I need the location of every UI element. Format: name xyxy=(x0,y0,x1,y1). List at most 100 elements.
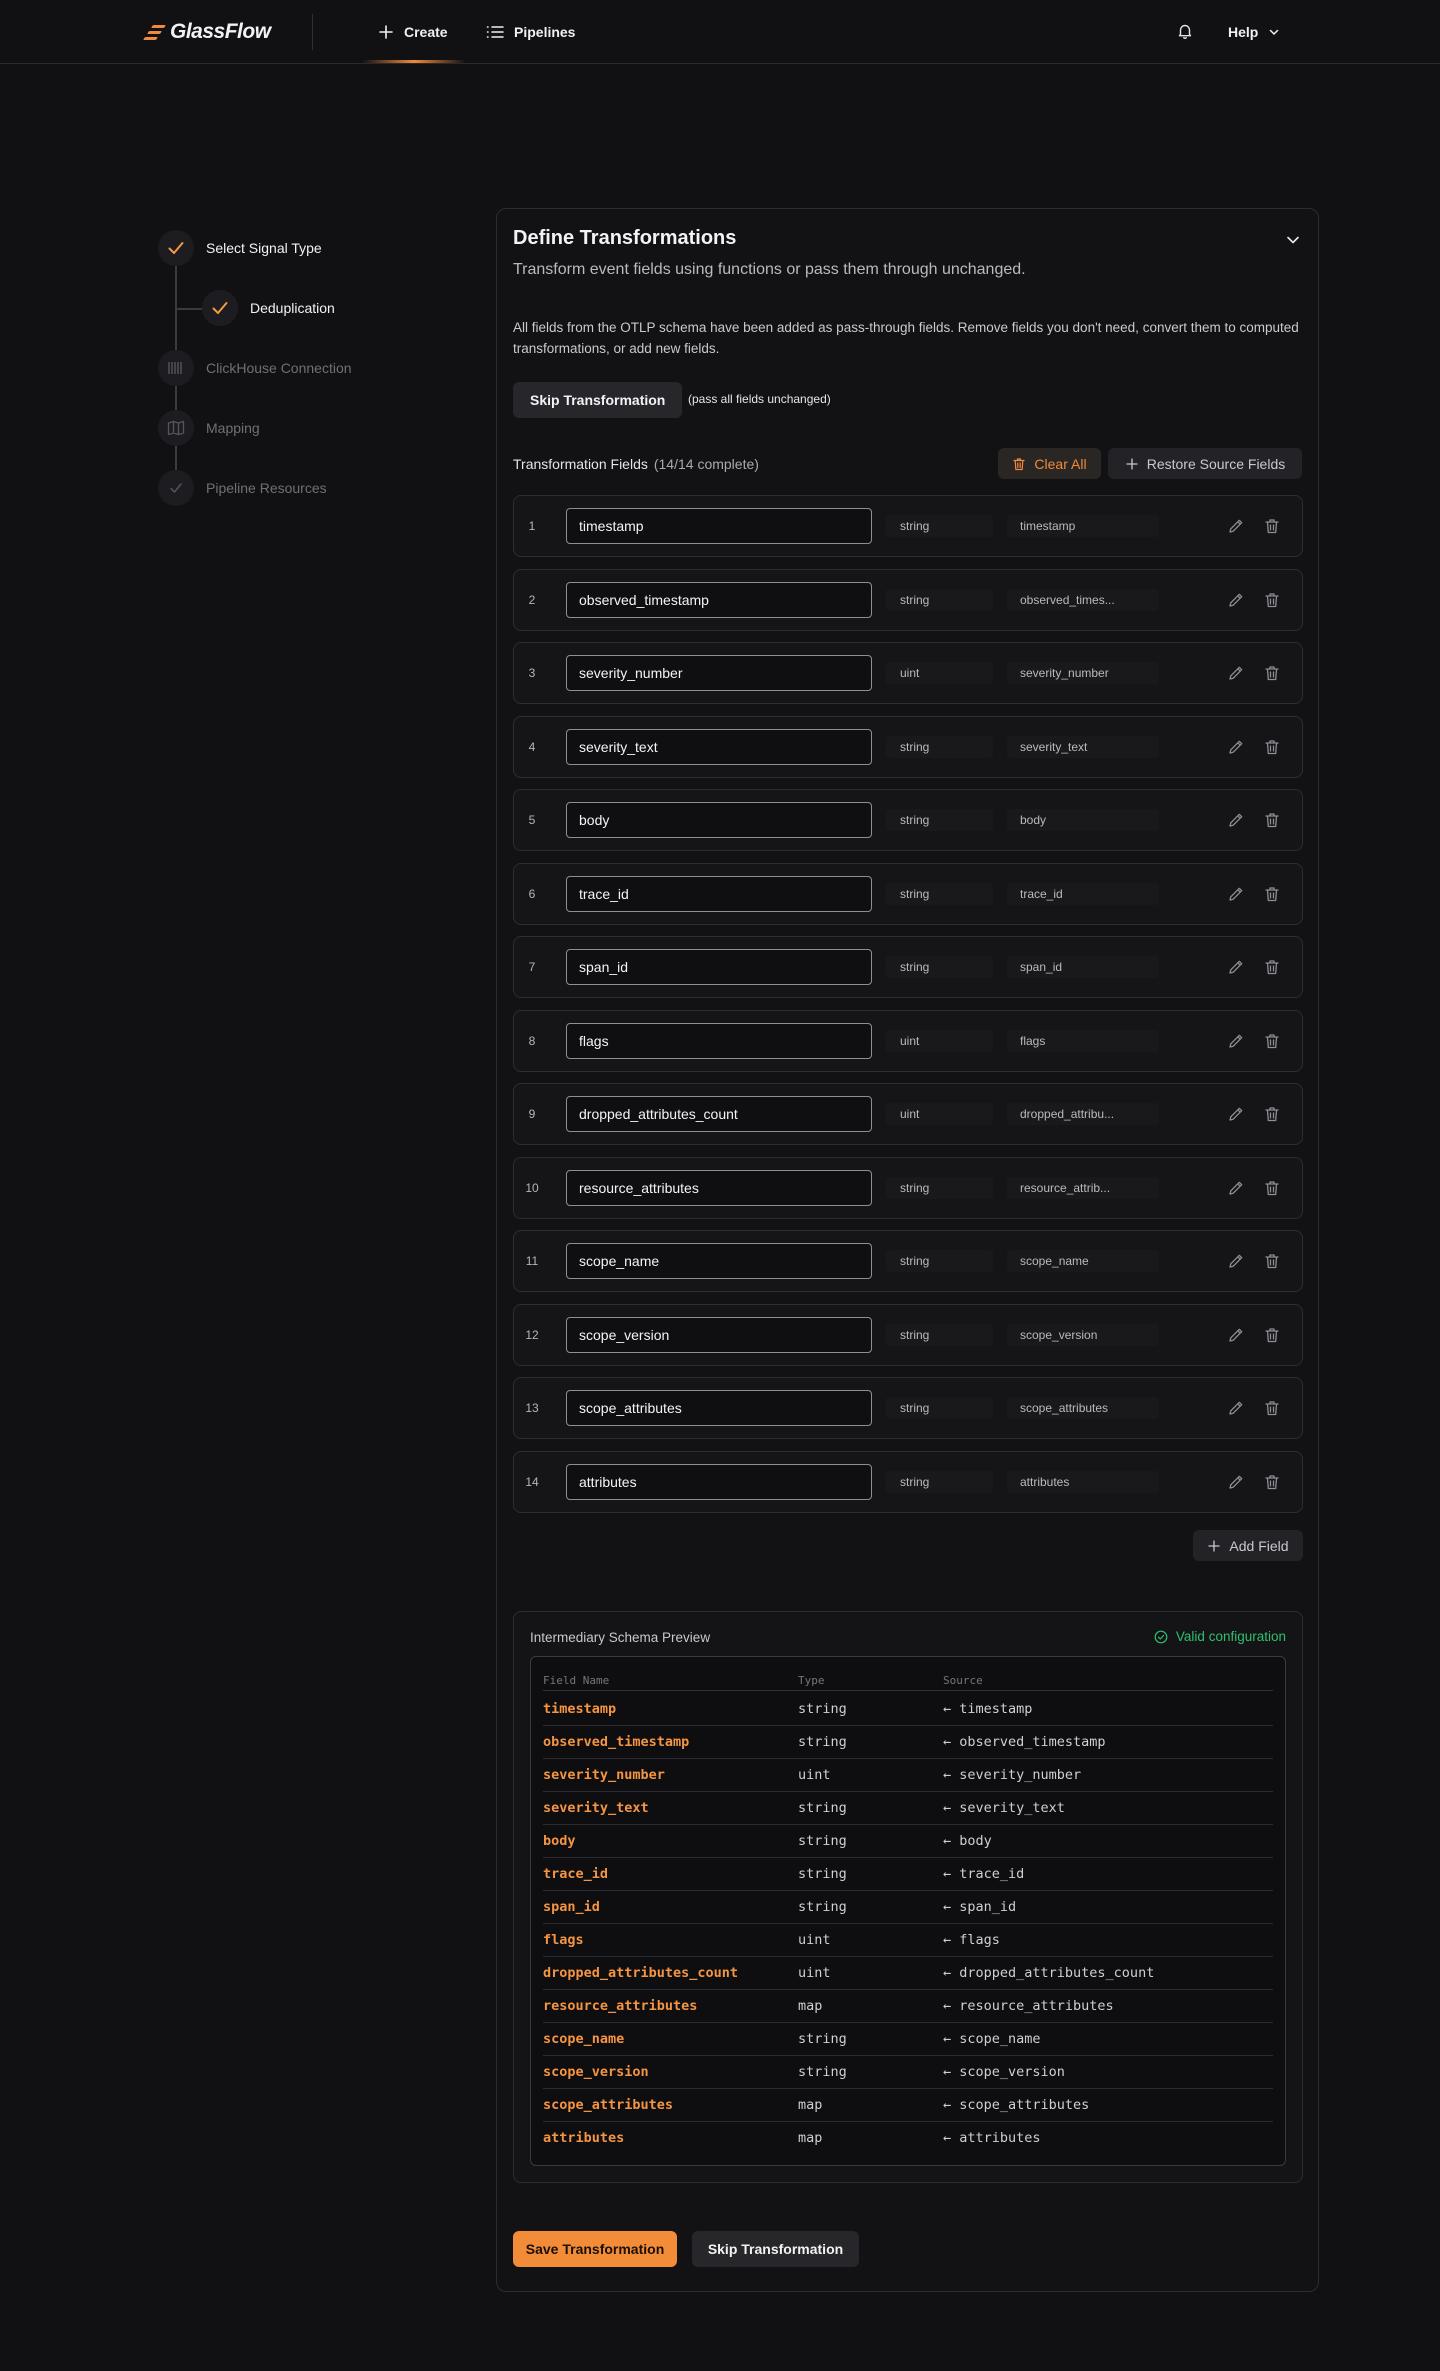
field-source[interactable]: flags xyxy=(1007,1029,1159,1052)
step-deduplication[interactable]: Deduplication xyxy=(202,290,335,326)
field-type[interactable]: string xyxy=(886,956,993,978)
trash-icon[interactable] xyxy=(1263,1399,1281,1417)
field-type[interactable]: string xyxy=(886,588,993,611)
field-source[interactable]: attributes xyxy=(1007,1470,1159,1493)
trash-icon[interactable] xyxy=(1263,1032,1281,1050)
step-clickhouse-connection[interactable]: ClickHouse Connection xyxy=(158,350,352,386)
field-type[interactable]: string xyxy=(886,1470,993,1493)
step-pipeline-resources[interactable]: Pipeline Resources xyxy=(158,470,327,506)
field-type[interactable]: string xyxy=(886,1397,993,1419)
pencil-icon[interactable] xyxy=(1227,517,1245,535)
field-type[interactable]: uint xyxy=(886,1029,993,1052)
field-source[interactable]: body xyxy=(1007,809,1159,831)
glassflow-logo[interactable]: GlassFlow xyxy=(143,18,271,46)
step-circle xyxy=(158,230,194,266)
nav-create[interactable]: Create xyxy=(378,18,448,46)
field-name-input[interactable] xyxy=(566,949,872,985)
field-type[interactable]: string xyxy=(886,882,993,905)
pencil-icon[interactable] xyxy=(1227,1032,1245,1050)
step-label: Select Signal Type xyxy=(206,240,322,256)
trash-icon[interactable] xyxy=(1263,1179,1281,1197)
field-name-input[interactable] xyxy=(566,1390,872,1426)
nav-pipelines[interactable]: Pipelines xyxy=(486,18,575,46)
trash-icon[interactable] xyxy=(1263,1326,1281,1344)
chevron-down-icon[interactable] xyxy=(1284,231,1302,249)
intermediary-schema-preview: Intermediary Schema Preview Valid config… xyxy=(513,1611,1303,2183)
field-source[interactable]: dropped_attribu... xyxy=(1007,1103,1159,1125)
trash-icon[interactable] xyxy=(1263,885,1281,903)
pencil-icon[interactable] xyxy=(1227,1399,1245,1417)
field-type[interactable]: uint xyxy=(886,662,993,684)
pencil-icon[interactable] xyxy=(1227,958,1245,976)
field-name-input[interactable] xyxy=(566,1022,872,1059)
skip-transformation-button[interactable]: Skip Transformation xyxy=(513,382,683,418)
pencil-icon[interactable] xyxy=(1227,738,1245,756)
pencil-icon[interactable] xyxy=(1227,1326,1245,1344)
field-source[interactable]: observed_times... xyxy=(1007,588,1159,611)
schema-row: scope_name string ← scope_name xyxy=(543,2023,1273,2056)
field-type[interactable]: string xyxy=(886,735,993,758)
trash-icon[interactable] xyxy=(1263,958,1281,976)
field-source[interactable]: scope_attributes xyxy=(1007,1397,1159,1419)
restore-source-fields-button[interactable]: Restore Source Fields xyxy=(1108,448,1302,479)
pencil-icon[interactable] xyxy=(1227,1252,1245,1270)
field-source[interactable]: trace_id xyxy=(1007,882,1159,905)
bell-icon[interactable] xyxy=(1176,22,1194,40)
nav-active-indicator xyxy=(362,60,466,63)
field-name-input[interactable] xyxy=(566,728,872,765)
add-field-button[interactable]: Add Field xyxy=(1193,1530,1303,1561)
pencil-icon[interactable] xyxy=(1227,885,1245,903)
field-source[interactable]: scope_name xyxy=(1007,1250,1159,1272)
step-label: Deduplication xyxy=(250,300,335,316)
field-type[interactable]: uint xyxy=(886,1103,993,1125)
pencil-icon[interactable] xyxy=(1227,591,1245,609)
pencil-icon[interactable] xyxy=(1227,1105,1245,1123)
nav-pipelines-label: Pipelines xyxy=(514,24,576,40)
pencil-icon[interactable] xyxy=(1227,1179,1245,1197)
trash-icon[interactable] xyxy=(1263,1252,1281,1270)
field-type[interactable]: string xyxy=(886,1176,993,1199)
field-source[interactable]: scope_version xyxy=(1007,1323,1159,1346)
field-source[interactable]: span_id xyxy=(1007,956,1159,978)
field-name-input[interactable] xyxy=(566,581,872,618)
field-name-input[interactable] xyxy=(566,508,872,544)
step-select-signal-type[interactable]: Select Signal Type xyxy=(158,230,322,266)
field-type[interactable]: string xyxy=(886,1250,993,1272)
check-icon xyxy=(212,302,228,314)
preview-title: Intermediary Schema Preview xyxy=(530,1630,711,1645)
field-type[interactable]: string xyxy=(886,1323,993,1346)
field-source[interactable]: severity_text xyxy=(1007,735,1159,758)
pencil-icon[interactable] xyxy=(1227,1473,1245,1491)
trash-icon[interactable] xyxy=(1263,664,1281,682)
field-name-input[interactable] xyxy=(566,1096,872,1132)
field-name-input[interactable] xyxy=(566,802,872,838)
pencil-icon[interactable] xyxy=(1227,664,1245,682)
skip-transformation-bottom-button[interactable]: Skip Transformation xyxy=(692,2231,859,2267)
logo-mark-icon xyxy=(143,24,166,40)
progress-stepper: Select Signal Type Deduplication ClickHo… xyxy=(158,230,458,510)
field-source[interactable]: resource_attrib... xyxy=(1007,1176,1159,1199)
trash-icon[interactable] xyxy=(1263,1105,1281,1123)
help-menu[interactable]: Help xyxy=(1228,18,1280,46)
schema-row: attributes map ← attributes xyxy=(543,2122,1273,2155)
trash-icon[interactable] xyxy=(1263,1473,1281,1491)
field-type[interactable]: string xyxy=(886,809,993,831)
pencil-icon[interactable] xyxy=(1227,811,1245,829)
field-name-input[interactable] xyxy=(566,1243,872,1279)
clear-all-button[interactable]: Clear All xyxy=(998,448,1101,479)
help-label: Help xyxy=(1228,24,1259,40)
save-transformation-button[interactable]: Save Transformation xyxy=(513,2231,677,2267)
trash-icon[interactable] xyxy=(1263,738,1281,756)
field-source[interactable]: severity_number xyxy=(1007,662,1159,684)
field-name-input[interactable] xyxy=(566,1463,872,1500)
field-name-input[interactable] xyxy=(566,875,872,912)
field-name-input[interactable] xyxy=(566,1316,872,1353)
field-source[interactable]: timestamp xyxy=(1007,515,1159,537)
step-mapping[interactable]: Mapping xyxy=(158,410,260,446)
trash-icon[interactable] xyxy=(1263,591,1281,609)
trash-icon[interactable] xyxy=(1263,811,1281,829)
trash-icon[interactable] xyxy=(1263,517,1281,535)
field-name-input[interactable] xyxy=(566,1169,872,1206)
field-type[interactable]: string xyxy=(886,515,993,537)
field-name-input[interactable] xyxy=(566,655,872,691)
